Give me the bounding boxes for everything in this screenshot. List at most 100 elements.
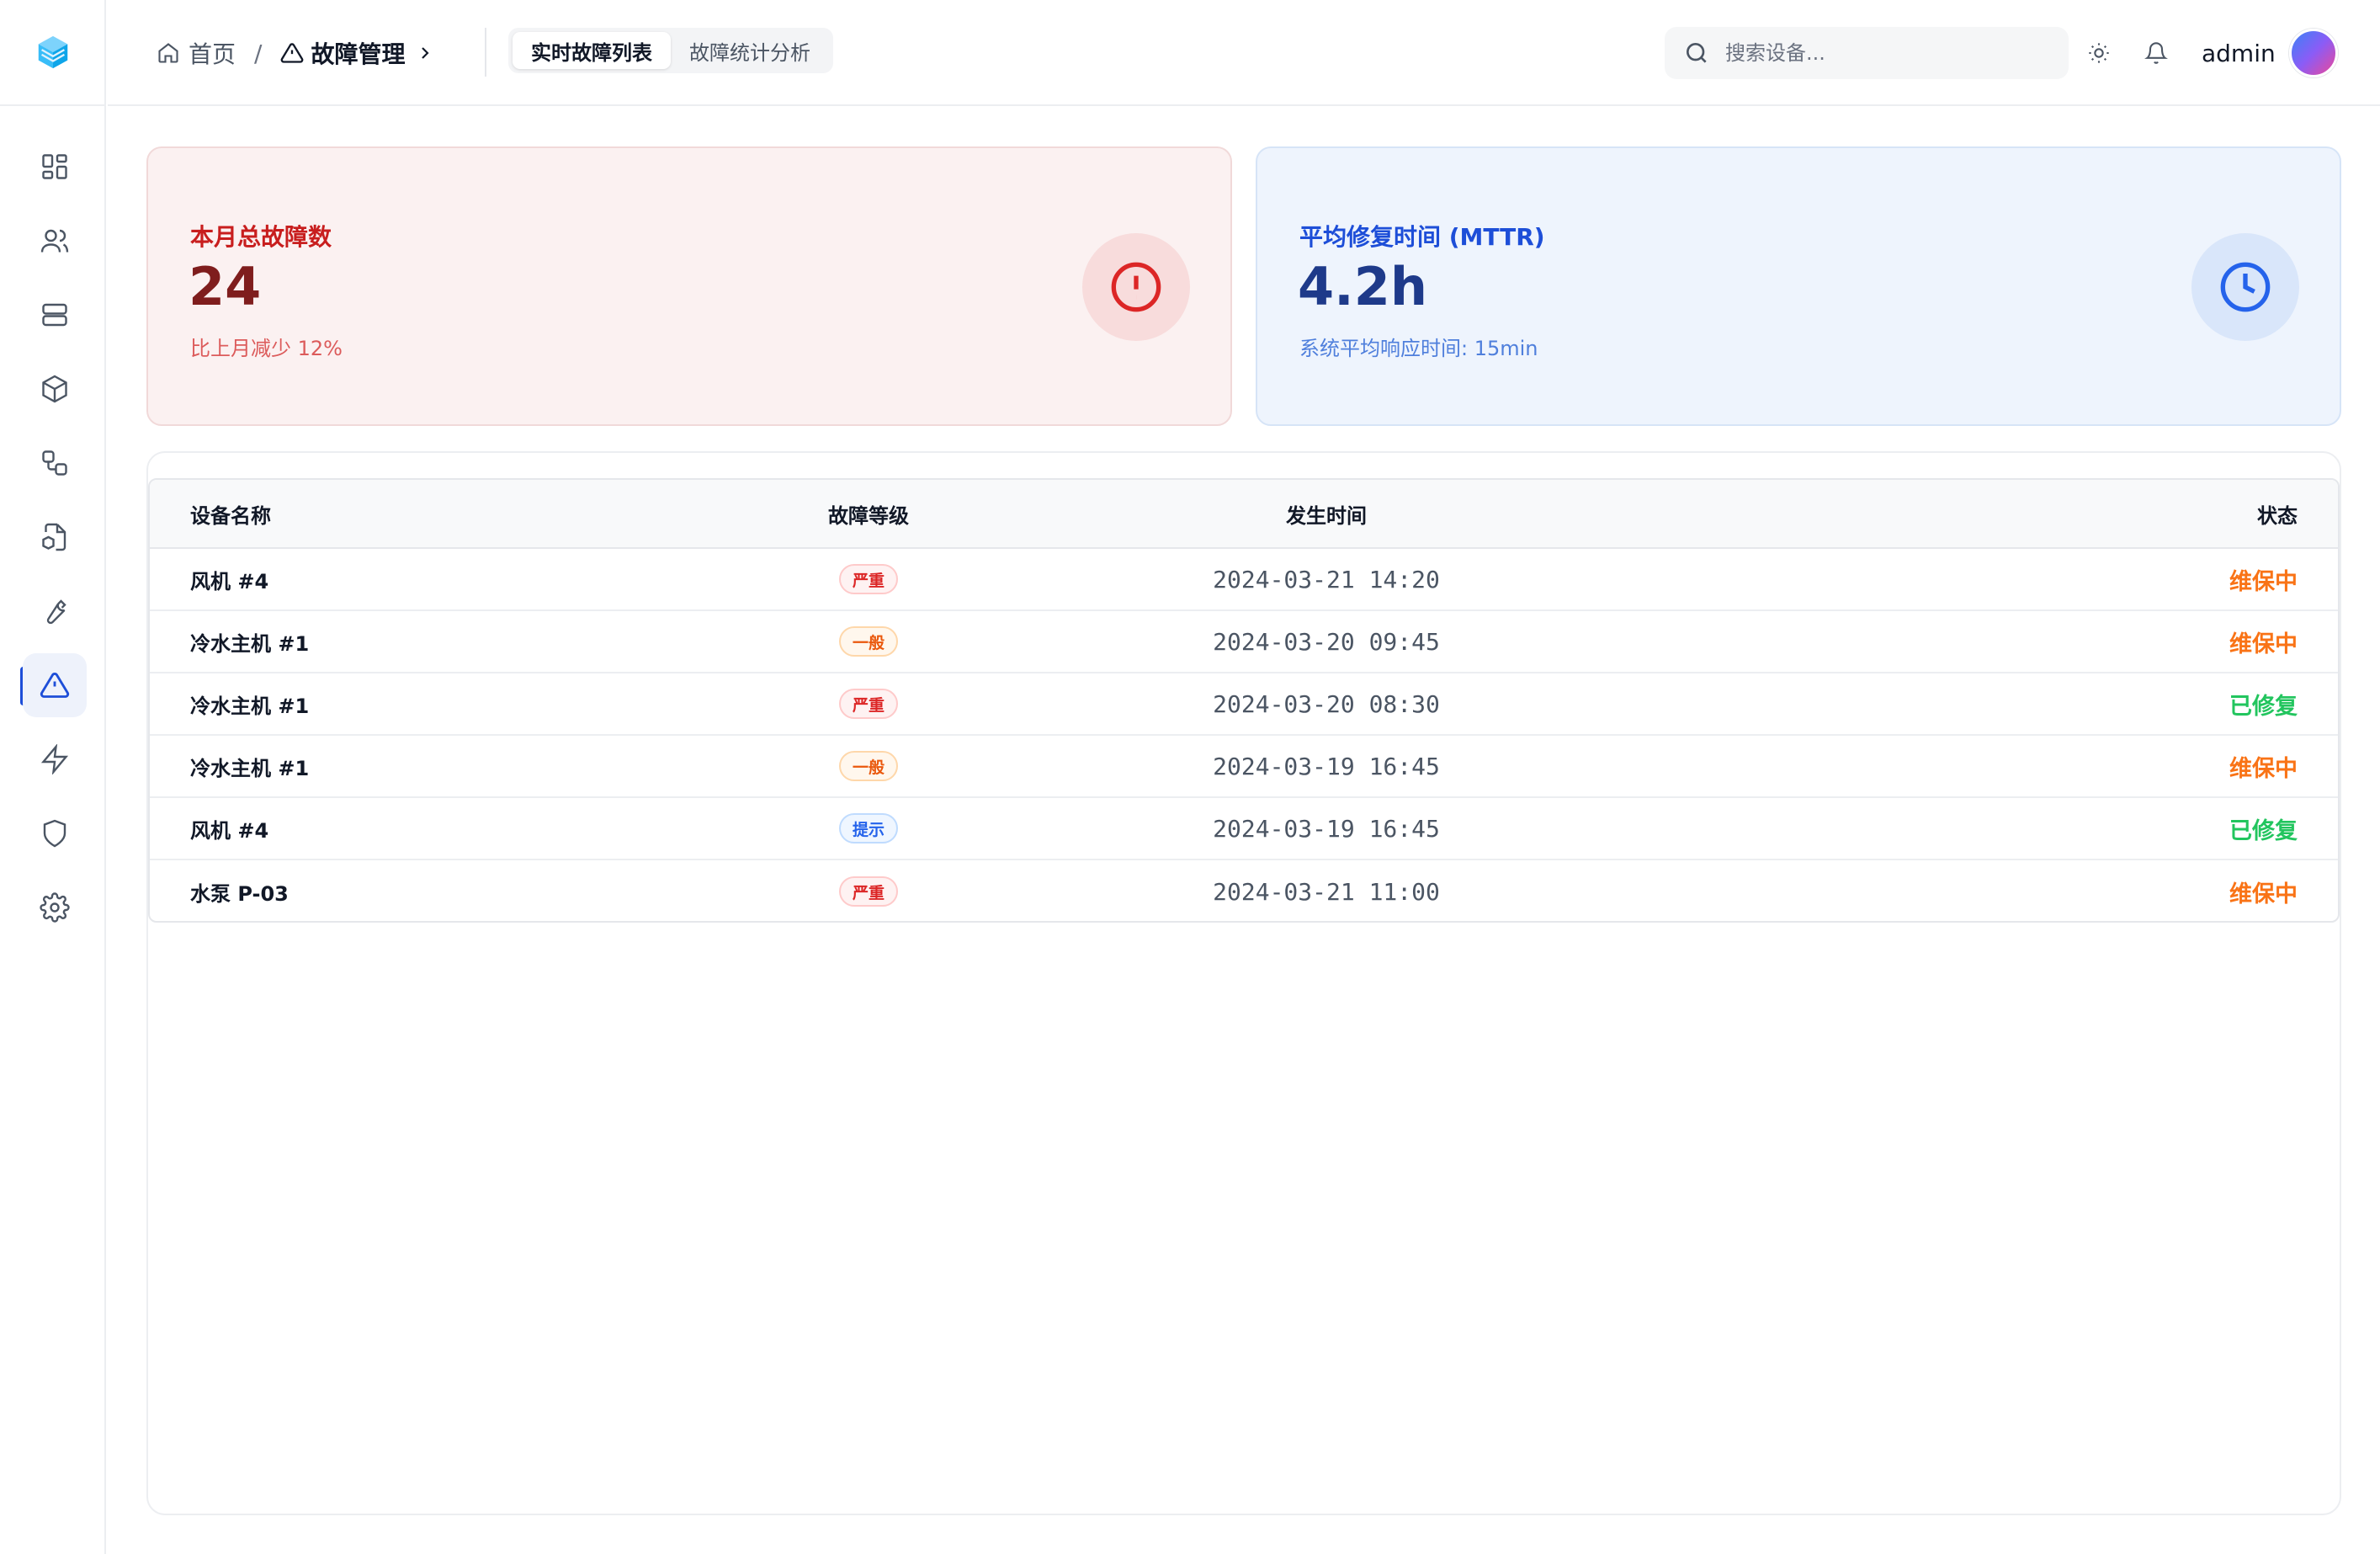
fault-level-cell: 提示 (679, 798, 1058, 859)
username: admin (2202, 39, 2276, 67)
fault-level-cell: 严重 (679, 549, 1058, 609)
stat-subtext: 系统平均响应时间: 15min (1299, 337, 1538, 360)
logo[interactable] (0, 0, 106, 106)
notifications-button[interactable] (2139, 36, 2173, 70)
occurred-time: 2024-03-21 11:00 (1213, 877, 1440, 906)
fault-level-badge: 严重 (838, 564, 898, 594)
dashboard-icon (42, 154, 67, 179)
table-body: 风机 #4 严重 2024-03-21 14:20 维保中 冷水主机 #1 一般 2024-… (150, 549, 2338, 921)
stat-label: 本月总故障数 (190, 223, 332, 251)
occurred-time: 2024-03-20 08:30 (1213, 689, 1440, 718)
view-tabs: 实时故障列表 故障统计分析 (508, 28, 833, 73)
stat-subtext: 比上月减少 12% (190, 337, 343, 360)
alert-circle-icon (1111, 262, 1161, 312)
nav-faults[interactable] (23, 653, 87, 717)
fault-table: 设备名称 故障等级 发生时间 状态 风机 #4 严重 2024-03-21 14:2… (148, 478, 2340, 923)
fault-level-cell: 严重 (679, 673, 1058, 734)
device-name: 冷水主机 #1 (190, 631, 310, 656)
monthly-faults-card: 本月总故障数 24 比上月减少 12% (146, 146, 1232, 426)
occurred-time: 2024-03-19 16:45 (1213, 752, 1440, 780)
header-status[interactable]: 状态 (2257, 480, 2298, 547)
table-row[interactable]: 风机 #4 提示 2024-03-19 16:45 已修复 (150, 798, 2338, 860)
table-row[interactable]: 水泵 P-03 严重 2024-03-21 11:00 维保中 (150, 860, 2338, 921)
fault-level-cell: 一般 (679, 611, 1058, 672)
device-name: 冷水主机 #1 (190, 756, 310, 780)
table-row[interactable]: 冷水主机 #1 一般 2024-03-20 09:45 维保中 (150, 611, 2338, 673)
fault-level-badge: 一般 (838, 626, 898, 657)
device-name: 冷水主机 #1 (190, 694, 310, 718)
occurred-time: 2024-03-20 09:45 (1213, 627, 1440, 656)
breadcrumb: 首页 / 故障管理 (157, 32, 435, 74)
breadcrumb-current: 故障管理 (311, 40, 406, 68)
nav-dashboard[interactable] (23, 135, 87, 199)
home-icon (158, 43, 178, 63)
status-text: 已修复 (2229, 693, 2298, 720)
table-row[interactable]: 冷水主机 #1 一般 2024-03-19 16:45 维保中 (150, 736, 2338, 798)
header-occurred-time[interactable]: 发生时间 (1032, 480, 1621, 547)
device-name: 水泵 P-03 (190, 881, 289, 906)
status-text: 已修复 (2229, 817, 2298, 844)
fault-level-badge: 严重 (838, 876, 898, 907)
user-menu[interactable]: admin (2202, 27, 2338, 79)
stat-value: 24 (189, 256, 262, 317)
nav-servers[interactable] (23, 283, 87, 347)
workflow-icon (42, 450, 67, 476)
search-icon (1687, 43, 1707, 63)
status-text: 维保中 (2229, 881, 2298, 907)
status-text: 维保中 (2229, 755, 2298, 782)
avatar[interactable] (2288, 29, 2338, 77)
alert-triangle-icon (40, 673, 70, 698)
fault-level-badge: 提示 (838, 813, 898, 844)
file-box-icon (42, 523, 66, 551)
chevron-right-icon[interactable] (415, 43, 435, 63)
alert-circle-badge (1082, 233, 1190, 341)
fault-level-cell: 严重 (679, 860, 1058, 921)
sun-icon (2089, 43, 2109, 63)
nav-workflow[interactable] (23, 431, 87, 495)
fault-level-cell: 一般 (679, 736, 1058, 796)
theme-toggle-button[interactable] (2082, 36, 2116, 70)
mttr-card: 平均修复时间 (MTTR) 4.2h 系统平均响应时间: 15min (1256, 146, 2341, 426)
search-input[interactable] (1725, 41, 2045, 65)
sidebar (0, 0, 106, 1554)
status-text: 维保中 (2229, 631, 2298, 657)
device-name: 风机 #4 (190, 569, 269, 593)
table-row[interactable]: 风机 #4 严重 2024-03-21 14:20 维保中 (150, 549, 2338, 611)
nav-security[interactable] (23, 801, 87, 865)
fault-level-badge: 一般 (838, 751, 898, 781)
app-root: 首页 / 故障管理 实时故障列表 故障统计分析 admin 本月总故障数 24 (0, 0, 2380, 1554)
nav-energy[interactable] (23, 727, 87, 791)
clock-badge (2191, 233, 2299, 341)
search-box (1665, 27, 2069, 79)
clock-icon (2220, 262, 2271, 312)
occurred-time: 2024-03-21 14:20 (1213, 565, 1440, 593)
table-row[interactable]: 冷水主机 #1 严重 2024-03-20 08:30 已修复 (150, 673, 2338, 736)
alert-triangle-icon (281, 43, 304, 63)
settings-icon (40, 892, 70, 923)
top-header: 首页 / 故障管理 实时故障列表 故障统计分析 admin (108, 0, 2380, 106)
nav-maintenance[interactable] (23, 579, 87, 643)
fault-level-badge: 严重 (838, 689, 898, 719)
nav-assets[interactable] (23, 357, 87, 421)
status-text: 维保中 (2229, 568, 2298, 595)
header-device-name[interactable]: 设备名称 (190, 480, 271, 547)
box-icon (42, 375, 67, 403)
occurred-time: 2024-03-19 16:45 (1213, 814, 1440, 843)
header-fault-level[interactable]: 故障等级 (679, 480, 1058, 547)
stat-value: 4.2h (1298, 256, 1427, 317)
shield-icon (43, 819, 66, 848)
nav-files[interactable] (23, 505, 87, 569)
logo-icon (38, 35, 68, 69)
nav-users[interactable] (23, 209, 87, 273)
breadcrumb-separator: / (254, 39, 263, 67)
tab-realtime-list[interactable]: 实时故障列表 (513, 32, 671, 69)
device-name: 风机 #4 (190, 818, 269, 843)
nav-settings[interactable] (23, 875, 87, 939)
stat-label: 平均修复时间 (MTTR) (1299, 223, 1545, 251)
zap-icon (40, 744, 69, 774)
bell-icon (2144, 42, 2168, 64)
breadcrumb-home[interactable]: 首页 (189, 36, 236, 70)
header-divider (485, 28, 486, 77)
wrench-icon (46, 599, 66, 625)
tab-statistics[interactable]: 故障统计分析 (671, 32, 829, 69)
